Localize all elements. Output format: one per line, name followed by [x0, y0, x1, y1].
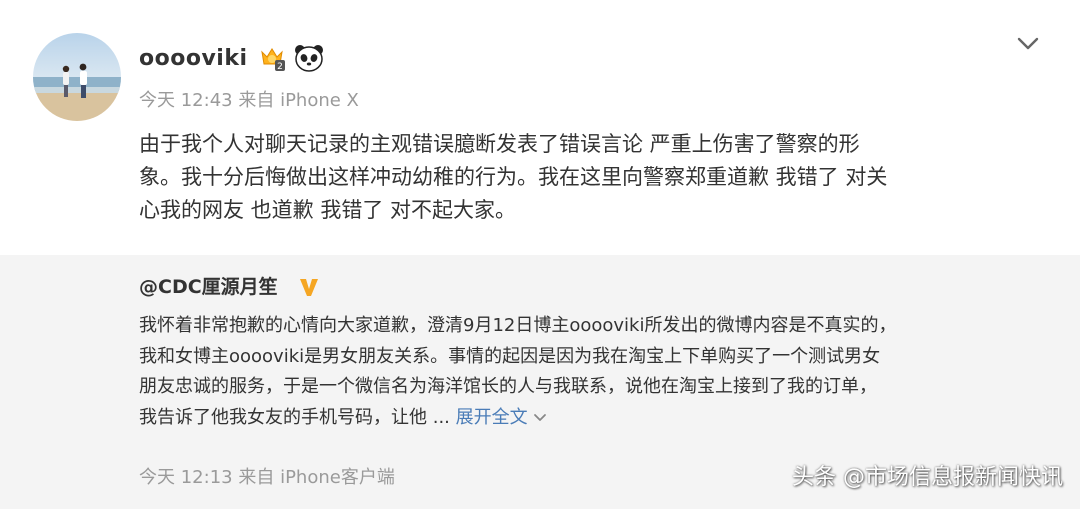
- post-source-prefix: 来自: [238, 90, 275, 111]
- watermark: 头条 @市场信息报新闻快讯: [792, 465, 1063, 490]
- more-options-chevron-icon[interactable]: [1014, 32, 1042, 56]
- post-time[interactable]: 今天 12:43: [139, 90, 233, 111]
- repost-author[interactable]: @CDC厘源月笙: [139, 273, 278, 301]
- expand-label[interactable]: 展开全文: [456, 407, 528, 428]
- repost-text-line: 我怀着非常抱歉的心情向大家道歉，澄清9月12日博主ooooviki所发出的微博内…: [139, 315, 897, 336]
- username[interactable]: ooooviki: [139, 44, 248, 74]
- repost-time[interactable]: 今天 12:13: [139, 467, 233, 488]
- repost-text-last-line: 我告诉了他我女友的手机号码，让他 ... 展开全文: [139, 403, 1039, 434]
- post-text-line: 心我的网友 也道歉 我错了 对不起大家。: [139, 198, 517, 222]
- repost-text-truncated: 我告诉了他我女友的手机号码，让他 ...: [139, 406, 450, 428]
- repost-source-prefix: 来自: [238, 467, 275, 488]
- avatar[interactable]: [33, 33, 121, 121]
- post-source[interactable]: iPhone X: [280, 90, 359, 111]
- vip-level-icon[interactable]: 2: [258, 44, 286, 72]
- post-text-line: 由于我个人对聊天记录的主观错误臆断发表了错误言论 严重上伤害了警察的形: [139, 132, 860, 156]
- panda-icon[interactable]: [294, 44, 324, 72]
- avatar-photo: [33, 33, 121, 121]
- repost-text-line: 我和女博主ooooviki是男女朋友关系。事情的起因是因为我在淘宝上下单购买了一…: [139, 345, 881, 367]
- repost-meta: 今天 12:13 来自 iPhone客户端: [139, 465, 395, 491]
- svg-text:2: 2: [277, 62, 283, 72]
- repost-text: 我怀着非常抱歉的心情向大家道歉，澄清9月12日博主ooooviki所发出的微博内…: [139, 311, 1039, 433]
- post-text: 由于我个人对聊天记录的主观错误臆断发表了错误言论 严重上伤害了警察的形 象。我十…: [139, 128, 1029, 227]
- repost-text-line: 朋友忠诚的服务，于是一个微信名为海洋馆长的人与我联系，说他在淘宝上接到了我的订单…: [139, 376, 877, 397]
- expand-chevron-icon[interactable]: [533, 413, 547, 423]
- post-text-line: 象。我十分后悔做出这样冲动幼稚的行为。我在这里向警察郑重道歉 我错了 对关: [139, 165, 888, 189]
- repost-source[interactable]: iPhone客户端: [280, 467, 395, 488]
- post-meta: 今天 12:43 来自 iPhone X: [139, 88, 359, 114]
- expand-full-text-link[interactable]: 展开全文: [456, 407, 548, 428]
- verified-v-icon: [297, 275, 321, 299]
